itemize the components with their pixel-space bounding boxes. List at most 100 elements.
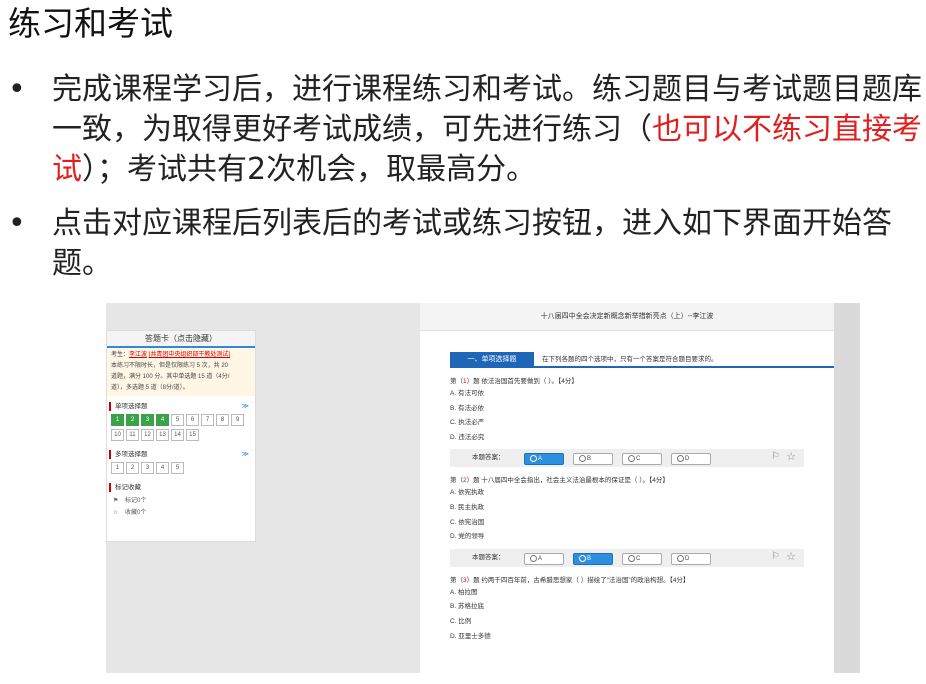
question-prefix: 第（	[450, 477, 463, 485]
question-number-button[interactable]: 3	[141, 414, 154, 426]
choice-text: C. 比例	[450, 617, 472, 625]
answer-option-b[interactable]: B	[573, 453, 613, 466]
multi-choice-numbers: 12345	[107, 462, 253, 477]
answer-option-a[interactable]: A	[524, 453, 564, 466]
flag-count-text: 标记0个	[125, 498, 147, 504]
answer-option-d[interactable]: D	[671, 453, 711, 466]
examinee-info: 考生：李江波 [共青团中央组织部干教处测试] 本练习不限时长，但是仅限练习 5 …	[107, 348, 255, 396]
question-number-button[interactable]: 12	[141, 429, 154, 441]
radio-icon	[628, 554, 635, 562]
answer-option-d[interactable]: D	[671, 552, 711, 565]
answer-option-label: A	[538, 555, 543, 562]
section-rule	[534, 366, 834, 368]
choice-text: D. 党的领导	[450, 533, 485, 541]
answer-card-header[interactable]: 答题卡（点击隐藏）	[107, 331, 255, 348]
answer-card: 答题卡（点击隐藏） 考生：李江波 [共青团中央组织部干教处测试] 本练习不限时长…	[106, 330, 256, 542]
answer-option-label: B	[587, 456, 592, 463]
question-item: 第（1）题 依法治国首先要做到（ ）。【4分】 A. 有法可依 B. 有法必依 C. …	[450, 376, 810, 468]
examinee-name: 李江波	[129, 352, 148, 358]
question-text: ）题 依法治国首先要做到（ ）。【4分】	[466, 378, 578, 385]
choice-text: C. 依宪治国	[450, 518, 485, 526]
star-icon[interactable]: ☆	[786, 450, 796, 463]
section-banner: 一、单项选择题 在下列各题的四个选项中，只有一个答案是符合题目要求的。	[450, 352, 834, 368]
flag-icon[interactable]: ⚐	[771, 551, 780, 562]
examinee-label: 考生：	[111, 352, 130, 358]
question-number-button[interactable]: 4	[156, 414, 169, 426]
choice-text: D. 亚里士多德	[450, 632, 491, 640]
question-number-button[interactable]: 14	[171, 429, 184, 441]
single-choice-label: 单项选择题 ≫	[109, 402, 255, 411]
flag-count[interactable]: ⚑ 标记0个	[107, 495, 255, 507]
question-number-button[interactable]: 5	[171, 414, 184, 426]
slide-title: 练习和考试	[8, 4, 173, 43]
question-number-button[interactable]: 1	[111, 414, 124, 426]
info-line-3: 道），多选题 5 道（8分/道）。	[111, 385, 189, 391]
answer-option-c[interactable]: C	[622, 552, 662, 565]
question-prefix: 第（	[450, 576, 463, 584]
question-number-button[interactable]: 7	[201, 414, 214, 426]
radio-icon	[677, 554, 684, 562]
answer-option-label: C	[636, 555, 641, 562]
exam-title: 十八届四中全会决定新概念新举措新亮点（上）--李江波	[420, 303, 834, 331]
question-number-button[interactable]: 3	[141, 462, 154, 474]
examinee-org: [共青团中央组织部干教处测试]	[148, 352, 231, 358]
single-choice-numbers: 1 2 3 4 5 6 7 8 9 10 11 12 13 14 15	[107, 414, 253, 444]
question-prefix: 第（	[450, 378, 463, 385]
info-line-2: 道题，满分 100 分。其中单选题 15 道（4分/	[111, 374, 230, 380]
question-number-button[interactable]: 10	[111, 429, 124, 441]
radio-icon	[579, 554, 586, 562]
question-number-button[interactable]: 11	[126, 429, 139, 441]
question-number-button[interactable]: 2	[126, 462, 139, 474]
question-number-button[interactable]: 2	[126, 414, 139, 426]
question-text: ）题 十八届四中全会指出，社会主义法治最根本的保证是（ ）。【4分】	[466, 477, 669, 485]
question-number-button[interactable]: 4	[156, 462, 169, 474]
choice-text: B. 有法必依	[450, 404, 484, 412]
question-number-button[interactable]: 15	[186, 429, 199, 441]
bullet-1-part2: ）；考试共有2次机会，取最高分。	[82, 152, 537, 187]
radio-icon	[530, 455, 537, 463]
radio-icon	[677, 455, 684, 463]
question-number-button[interactable]: 6	[186, 414, 199, 426]
question-number-button[interactable]: 1	[111, 462, 124, 474]
choice-text: B. 民主执政	[450, 503, 484, 511]
mark-label-text: 标记收藏	[115, 484, 141, 491]
question-title: 第（2）题 十八届四中全会指出，社会主义法治最根本的保证是（ ）。【4分】	[450, 475, 810, 486]
choice-text: A. 有法可依	[450, 390, 484, 397]
favorite-count[interactable]: ☆ 收藏0个	[107, 507, 255, 519]
answer-option-label: D	[685, 555, 690, 562]
question-number-button[interactable]: 13	[156, 429, 169, 441]
question-title: 第（3）题 约两千四百年前，古希腊思想家（ ）描绘了“法治国”的政治构想。【4分…	[450, 575, 810, 586]
single-choice-label-text: 单项选择题	[115, 403, 148, 410]
choice-text: A. 依宪执政	[450, 489, 484, 497]
chevron-down-icon[interactable]: ≫	[242, 450, 249, 459]
star-icon[interactable]: ☆	[786, 550, 796, 563]
exam-paper: 十八届四中全会决定新概念新举措新亮点（上）--李江波 一、单项选择题 在下列各题…	[420, 303, 834, 673]
favorite-count-text: 收藏0个	[125, 510, 147, 516]
star-icon: ☆	[113, 510, 119, 516]
answer-option-c[interactable]: C	[622, 453, 662, 466]
choice-text: C. 执法必严	[450, 419, 485, 427]
info-line-1: 本练习不限时长，但是仅限练习 5 次，共 20	[111, 363, 229, 369]
question-number-button[interactable]: 8	[216, 414, 229, 426]
bullet-dot: •	[8, 72, 26, 107]
question-title: 第（1）题 依法治国首先要做到（ ）。【4分】	[450, 376, 810, 387]
radio-icon	[530, 554, 537, 562]
answer-option-a[interactable]: A	[524, 552, 564, 565]
answer-label: 本题答案：	[472, 454, 505, 462]
bullet-dot: •	[8, 206, 26, 241]
question-item: 第（3）题 约两千四百年前，古希腊思想家（ ）描绘了“法治国”的政治构想。【4分…	[450, 575, 810, 644]
question-number-button[interactable]: 5	[171, 462, 184, 474]
question-number-button[interactable]: 9	[231, 414, 244, 426]
mark-label: 标记收藏	[109, 483, 255, 492]
radio-icon	[579, 455, 586, 463]
answer-row: 本题答案： A B C D ⚐ ☆	[450, 449, 804, 468]
screenshot-edge	[834, 303, 860, 673]
answer-option-b[interactable]: B	[573, 552, 613, 565]
answer-label: 本题答案：	[472, 553, 505, 561]
flag-icon[interactable]: ⚐	[771, 451, 780, 462]
chevron-down-icon[interactable]: ≫	[242, 402, 249, 411]
answer-option-label: B	[587, 555, 592, 562]
answer-option-label: C	[636, 456, 641, 463]
choice-text: B. 苏格拉底	[450, 603, 484, 611]
section-tab: 一、单项选择题	[450, 352, 534, 368]
